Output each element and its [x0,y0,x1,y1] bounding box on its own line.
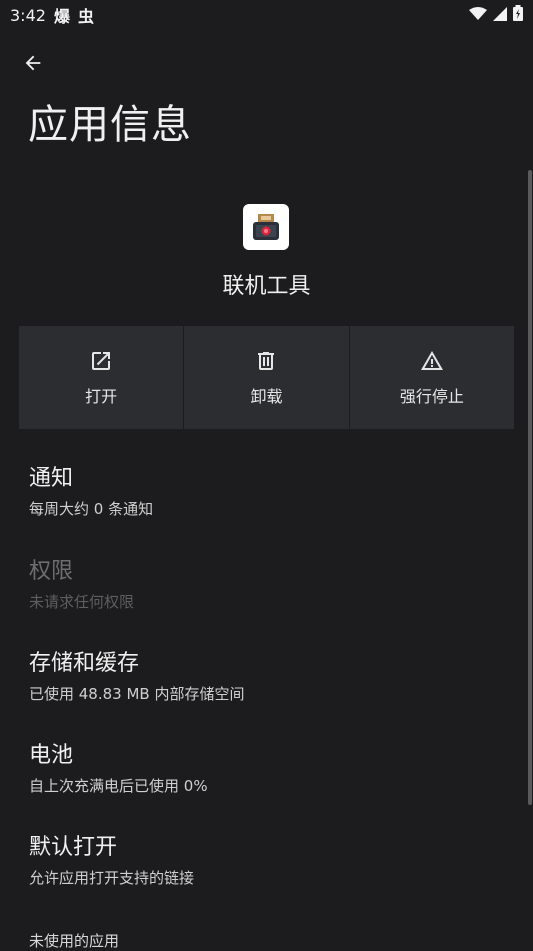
wifi-icon [469,6,487,25]
storage-subtitle: 已使用 48.83 MB 内部存储空间 [29,685,245,703]
force-stop-button-label: 强行停止 [399,386,464,406]
signal-icon [493,6,507,25]
notifications-item[interactable]: 通知 每周大约 0 条通知 [29,460,153,519]
open-by-default-item[interactable]: 默认打开 允许应用打开支持的链接 [29,829,194,888]
open-external-icon [92,351,111,370]
scrollbar[interactable] [528,170,532,805]
back-button[interactable] [16,46,50,80]
status-time: 3:42 [10,5,46,25]
battery-subtitle: 自上次充满电后已使用 0% [29,777,208,795]
status-left: 3:42 爆 虫 [10,3,94,27]
notifications-title: 通知 [29,466,74,491]
permissions-item: 权限 未请求任何权限 [29,553,134,612]
battery-title: 电池 [29,743,74,768]
app-icon [243,204,289,250]
open-button[interactable]: 打开 [19,326,184,429]
open-by-default-title: 默认打开 [29,835,118,860]
open-by-default-subtitle: 允许应用打开支持的链接 [29,869,195,887]
page-title: 应用信息 [28,102,192,148]
storage-item[interactable]: 存储和缓存 已使用 48.83 MB 内部存储空间 [29,645,244,704]
app-name: 联机工具 [222,274,311,299]
status-right [469,5,523,25]
storage-title: 存储和缓存 [29,651,140,676]
uninstall-button-label: 卸载 [250,386,283,406]
notification-icon-1: 爆 [53,7,70,26]
status-bar: 3:42 爆 虫 [0,0,533,30]
notifications-subtitle: 每周大约 0 条通知 [29,500,154,518]
uninstall-button[interactable]: 卸载 [184,326,349,429]
battery-charging-icon [513,5,523,25]
force-stop-button[interactable]: 强行停止 [349,326,514,429]
battery-item[interactable]: 电池 自上次充满电后已使用 0% [29,737,208,796]
arrow-left-icon [25,55,41,71]
open-button-label: 打开 [85,386,118,406]
trash-icon [258,351,275,370]
warning-icon [420,350,443,370]
permissions-title: 权限 [29,559,74,584]
notification-icon-2: 虫 [77,7,94,26]
permissions-subtitle: 未请求任何权限 [29,593,135,611]
action-buttons: 打开 卸载 强行停止 [19,326,514,429]
